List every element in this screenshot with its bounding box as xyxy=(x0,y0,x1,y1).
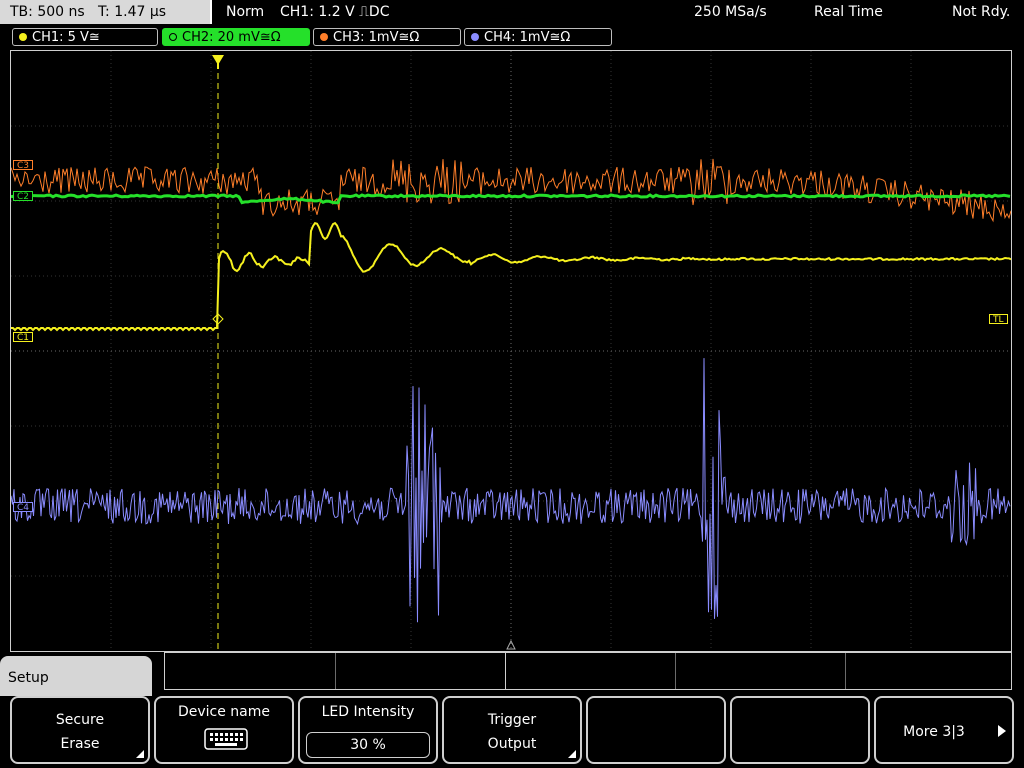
timebase-box[interactable]: TB: 500 ns T: 1.47 µs xyxy=(0,0,212,24)
ch4-offset-marker[interactable]: C4 xyxy=(13,502,34,513)
empty-softkey-6[interactable] xyxy=(730,696,870,764)
secure-erase-button[interactable]: Secure Erase xyxy=(10,696,150,764)
ch1-color-dot xyxy=(19,32,27,41)
submenu-corner-icon xyxy=(568,750,576,758)
graticule xyxy=(11,51,1011,651)
device-name-button[interactable]: Device name xyxy=(154,696,294,764)
status-bar: TB: 500 ns T: 1.47 µs Norm CH1: 1.2 V ⎍D… xyxy=(0,0,1024,24)
menu-title: Setup xyxy=(0,656,152,696)
channel-tab-ch3[interactable]: CH3: 1mV≅Ω xyxy=(313,28,461,46)
ch3-label: CH3: 1mV≅Ω xyxy=(333,30,420,45)
submenu-corner-icon xyxy=(136,750,144,758)
led-intensity-button[interactable]: LED Intensity 30 % xyxy=(298,696,438,764)
trigger-time-value: T: 1.47 µs xyxy=(98,4,167,20)
trigger-status: Not Rdy. xyxy=(952,4,1011,20)
ch2-waveform xyxy=(11,193,1011,205)
arrow-right-icon xyxy=(998,725,1006,737)
empty-softkey-5[interactable] xyxy=(586,696,726,764)
trigger-output-line2: Output xyxy=(487,736,537,752)
channel-tab-ch1[interactable]: CH1: 5 V≅ xyxy=(12,28,158,46)
trigger-output-button[interactable]: Trigger Output xyxy=(442,696,582,764)
trigger-mode[interactable]: Norm xyxy=(226,0,264,24)
device-name-label: Device name xyxy=(177,704,271,720)
ch3-color-dot xyxy=(320,32,328,41)
ch3-offset-marker[interactable]: C3 xyxy=(13,160,34,171)
trigger-source[interactable]: CH1: 1.2 V ⎍DC xyxy=(280,0,389,24)
overview-divider xyxy=(845,653,846,689)
acquisition-mode: Real Time xyxy=(814,4,883,20)
secure-erase-line2: Erase xyxy=(60,736,100,752)
keyboard-icon xyxy=(204,728,248,750)
trigger-level-marker[interactable]: TL xyxy=(989,314,1008,325)
zoom-overview-strip xyxy=(164,652,1012,690)
trigger-output-line1: Trigger xyxy=(487,712,537,728)
overview-center-divider xyxy=(505,653,506,689)
ch4-color-dot xyxy=(471,32,479,41)
more-button[interactable]: More 3|3 xyxy=(874,696,1014,764)
ch4-label: CH4: 1mV≅Ω xyxy=(484,30,571,45)
sample-rate: 250 MSa/s xyxy=(694,4,767,20)
ch2-label: CH2: 20 mV≅Ω xyxy=(182,30,281,45)
led-intensity-label: LED Intensity xyxy=(321,704,415,720)
ch1-label: CH1: 5 V≅ xyxy=(32,30,100,45)
overview-divider xyxy=(675,653,676,689)
channel-tab-ch4[interactable]: CH4: 1mV≅Ω xyxy=(464,28,612,46)
ch2-offset-marker[interactable]: C2 xyxy=(13,191,34,202)
ch1-offset-marker[interactable]: C1 xyxy=(13,332,34,343)
timebase-value: TB: 500 ns xyxy=(10,4,85,20)
secure-erase-line1: Secure xyxy=(55,712,105,728)
ch4-waveform xyxy=(11,358,1011,623)
ch2-color-dot xyxy=(169,32,177,41)
more-label: More 3|3 xyxy=(903,724,965,740)
overview-divider xyxy=(335,653,336,689)
channel-tab-ch2[interactable]: CH2: 20 mV≅Ω xyxy=(162,28,310,46)
waveform-display[interactable]: C3 C2 C1 C4 TL xyxy=(10,50,1012,652)
led-intensity-value: 30 % xyxy=(306,732,430,758)
waveform-canvas xyxy=(11,51,1011,651)
